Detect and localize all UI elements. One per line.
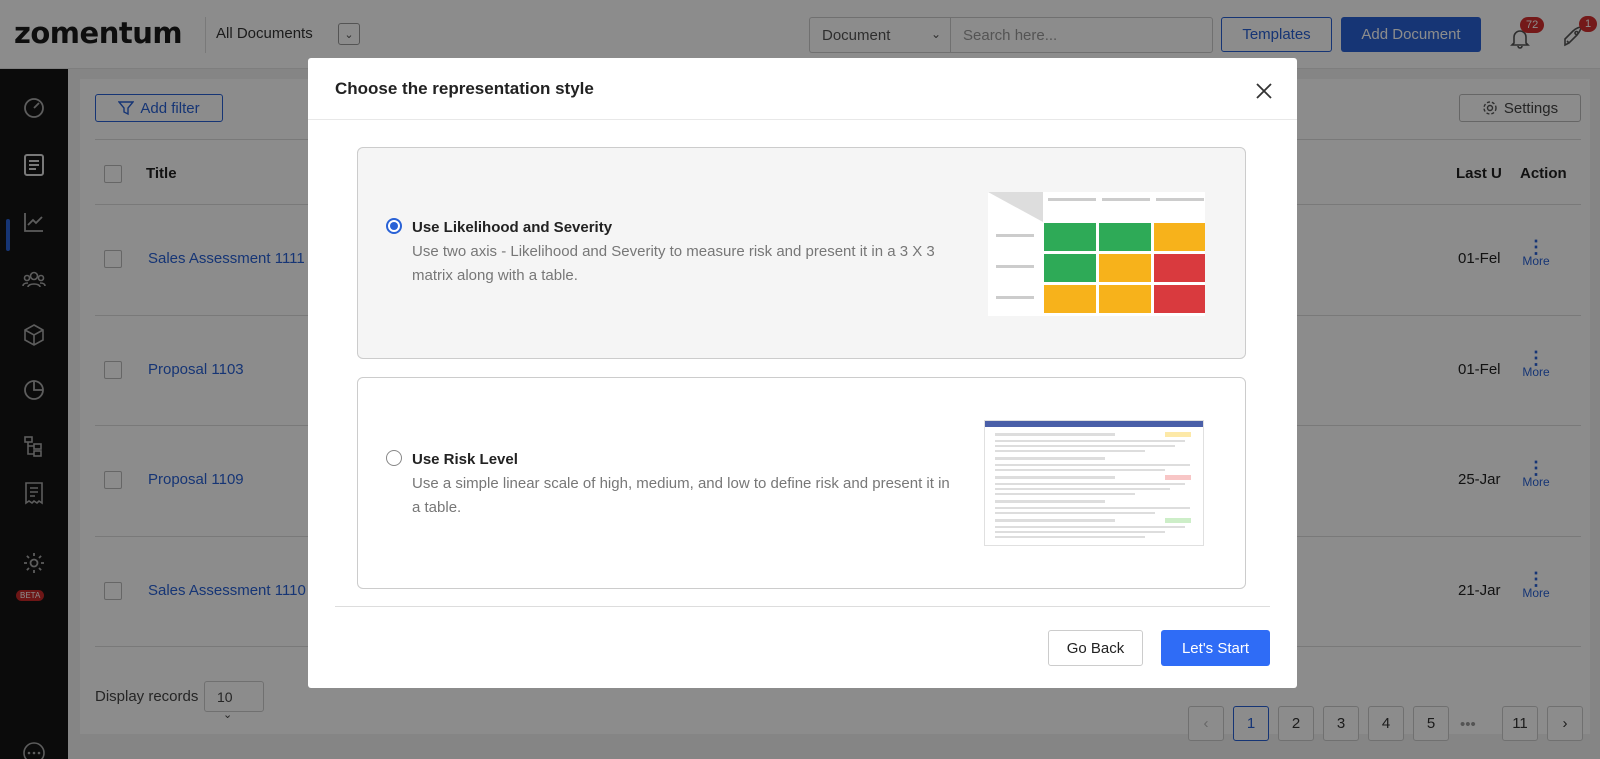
option-description: Use two axis - Likelihood and Severity t… [412, 243, 935, 284]
risk-level-radio[interactable] [386, 450, 402, 466]
matrix-cell [1154, 223, 1205, 251]
option-title: Use Likelihood and Severity [412, 219, 613, 236]
matrix-cell [1044, 223, 1096, 251]
option-description: Use a simple linear scale of high, mediu… [412, 475, 950, 516]
representation-style-modal: Choose the representation style Use Like… [308, 58, 1297, 688]
matrix-cell [1154, 285, 1205, 313]
option-risk-level[interactable]: Use Risk Level Use a simple linear scale… [357, 377, 1246, 589]
option-title: Use Risk Level [412, 451, 518, 468]
matrix-cell [1099, 223, 1151, 251]
close-icon [1256, 83, 1272, 99]
matrix-cell [1154, 254, 1205, 282]
divider [335, 606, 1270, 607]
risk-matrix-preview [988, 192, 1205, 316]
close-button[interactable] [1253, 80, 1275, 102]
modal-title: Choose the representation style [335, 79, 594, 98]
matrix-cell [1044, 285, 1096, 313]
matrix-cell [1099, 254, 1151, 282]
risk-level-table-preview [984, 420, 1204, 546]
lets-start-button[interactable]: Let's Start [1161, 630, 1270, 666]
likelihood-severity-radio[interactable] [386, 218, 402, 234]
option-likelihood-severity[interactable]: Use Likelihood and Severity Use two axis… [357, 147, 1246, 359]
matrix-cell [1044, 254, 1096, 282]
divider [308, 119, 1297, 120]
go-back-button[interactable]: Go Back [1048, 630, 1143, 666]
matrix-cell [1099, 285, 1151, 313]
